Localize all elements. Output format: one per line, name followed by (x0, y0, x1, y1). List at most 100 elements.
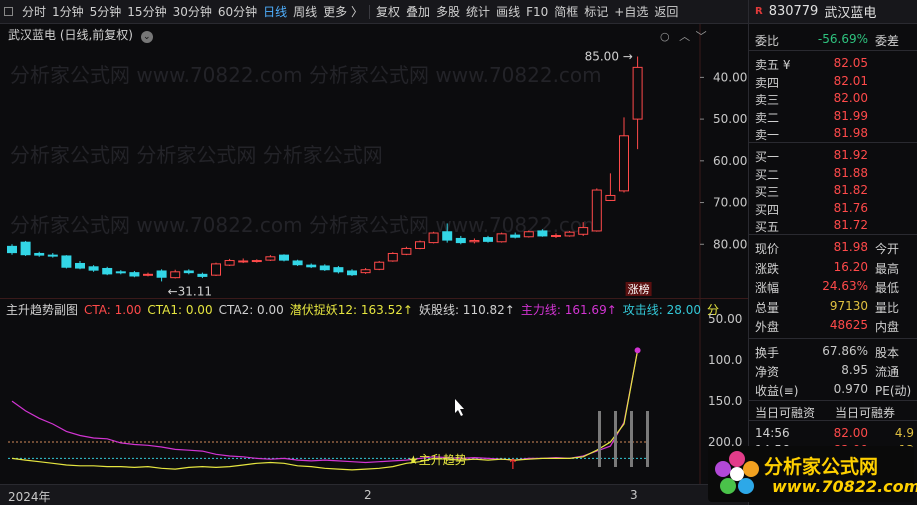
tb-fuquan[interactable]: 复权 (373, 3, 403, 20)
tb-back[interactable]: 返回 (651, 3, 681, 20)
tb-1min[interactable]: 1分钟 (49, 3, 87, 20)
margin-finance-label: 当日可融资 (755, 406, 816, 420)
candle[interactable] (197, 272, 208, 279)
candle-body (401, 247, 412, 255)
tb-simple[interactable]: 简框 (551, 3, 581, 20)
tb-f10[interactable]: F10 (523, 5, 551, 19)
weibi-label: 委比 (755, 34, 780, 48)
date-axis: 2024年 2 3 (0, 484, 748, 505)
candle[interactable] (34, 251, 45, 257)
candle[interactable] (401, 246, 412, 256)
signal-bar (598, 411, 601, 467)
rank-badge[interactable]: 涨榜 (628, 282, 650, 296)
candle[interactable] (469, 238, 480, 244)
panel-toggle-icon[interactable] (4, 7, 13, 16)
candle[interactable] (591, 188, 602, 232)
low-price-label: ←31.11 (168, 284, 212, 298)
stock-header: R 830779 武汉蓝电 (748, 0, 917, 24)
candle[interactable] (61, 255, 72, 269)
candle[interactable] (211, 262, 221, 276)
chart-controls[interactable]: ○ ︿ ﹀ (660, 28, 707, 44)
stat-row: 涨幅 24.63% 最低 (749, 277, 917, 295)
candle[interactable] (374, 260, 385, 271)
candle[interactable] (387, 252, 398, 262)
chevron-up-icon[interactable]: ︿ (679, 30, 690, 43)
tb-stats[interactable]: 统计 (463, 3, 493, 20)
indicator-panel[interactable]: 200.0 150.0 100.0 50.00 ↑ ★主升趋势 主升趋势副图 CTA: 1.… (0, 298, 748, 485)
candle[interactable] (75, 260, 85, 270)
date-tick: 3 (630, 488, 638, 502)
tb-fenshi[interactable]: 分时 (19, 3, 49, 20)
chevron-down-icon[interactable]: ﹀ (696, 30, 707, 43)
candle-body (115, 271, 126, 274)
candle[interactable] (292, 259, 303, 266)
candle[interactable] (347, 269, 357, 276)
tb-daily[interactable]: 日线 (260, 3, 290, 20)
bid-row-value: 81.82 (833, 183, 868, 197)
candle[interactable] (496, 232, 507, 243)
tb-add-fav[interactable]: +自选 (611, 3, 651, 20)
candle[interactable] (7, 244, 17, 255)
r-badge: R (755, 6, 763, 17)
candle[interactable] (265, 255, 276, 261)
stat2-row-label2: PE(动) (875, 384, 912, 398)
candle[interactable] (143, 272, 153, 277)
candle[interactable] (632, 56, 643, 150)
candle[interactable] (251, 259, 262, 263)
stat2-row: 收益(≡) 0.970 PE(动) (749, 380, 917, 398)
candle[interactable] (47, 253, 58, 258)
candle[interactable] (360, 268, 371, 274)
candle-body (510, 234, 521, 238)
candle[interactable] (523, 230, 534, 238)
candle[interactable] (156, 269, 167, 282)
tb-weekly[interactable]: 周线 (290, 3, 320, 20)
candle[interactable] (224, 258, 235, 266)
kline-chart[interactable]: 分析家公式网 www.70822.com 分析家公式网 www.70822.co… (0, 24, 748, 298)
candle[interactable] (129, 270, 140, 278)
tb-15min[interactable]: 15分钟 (124, 3, 169, 20)
kline-svg[interactable]: 分析家公式网 www.70822.com 分析家公式网 www.70822.co… (0, 24, 748, 298)
candle[interactable] (319, 264, 330, 271)
candle-body (619, 135, 629, 192)
tb-multi[interactable]: 多股 (433, 3, 463, 20)
tb-30min[interactable]: 30分钟 (170, 3, 215, 20)
candle[interactable] (605, 173, 616, 201)
candle[interactable] (428, 231, 439, 244)
candle-body (605, 194, 616, 201)
tb-mark[interactable]: 标记 (581, 3, 611, 20)
candle-body (197, 273, 208, 277)
margin-short-label: 当日可融券 (835, 406, 896, 420)
tb-draw[interactable]: 画线 (493, 3, 523, 20)
candle[interactable] (333, 265, 344, 274)
chevron-down-icon[interactable]: ⌄ (140, 31, 153, 43)
candle-body (442, 231, 453, 241)
candle[interactable] (415, 240, 425, 250)
ask-row-label: 卖一 (755, 128, 780, 142)
weibi-row: 委比 -56.69% 委差 (749, 30, 917, 48)
candle[interactable] (619, 117, 629, 193)
candle[interactable] (88, 265, 99, 272)
candle[interactable] (564, 230, 575, 237)
candle-body (415, 241, 425, 249)
divider (749, 338, 917, 339)
candle[interactable] (170, 269, 181, 279)
candle[interactable] (238, 258, 249, 264)
stat-row: 总量 97130 量比 (749, 297, 917, 315)
candle[interactable] (306, 263, 317, 269)
chart-title-text: 武汉蓝电 (日线,前复权) (8, 28, 133, 42)
tb-more[interactable]: 更多 〉 (320, 3, 366, 20)
circle-icon[interactable]: ○ (660, 30, 670, 43)
tb-5min[interactable]: 5分钟 (87, 3, 125, 20)
legend-item: CTA1: 0.00 (147, 303, 213, 317)
candle[interactable] (102, 266, 113, 276)
candle[interactable] (20, 240, 31, 256)
tb-overlay[interactable]: 叠加 (403, 3, 433, 20)
bid-row: 买三 81.82 (749, 181, 917, 199)
candle[interactable] (115, 270, 126, 275)
indicator-svg[interactable]: 200.0150.0100.050.00↑★主升趋势 (0, 299, 748, 485)
candle[interactable] (279, 254, 289, 262)
candle[interactable] (455, 235, 466, 245)
tb-60min[interactable]: 60分钟 (215, 3, 260, 20)
candle-body (224, 260, 235, 266)
candle[interactable] (183, 269, 194, 275)
